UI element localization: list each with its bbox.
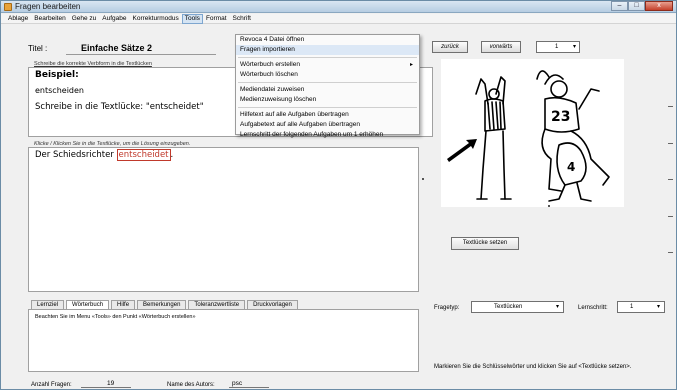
menu-item-assign-media[interactable]: Mediendatei zuweisen (236, 85, 419, 95)
title-field[interactable]: Einfache Sätze 2 (81, 43, 152, 53)
menu-aufgabe[interactable]: Aufgabe (99, 14, 129, 24)
menu-separator (238, 57, 417, 58)
page-select[interactable]: 1 ▾ (536, 41, 580, 53)
tab-bemerkungen[interactable]: Bemerkungen (137, 300, 187, 309)
title-bar[interactable]: Fragen bearbeiten – □ x (1, 1, 676, 13)
app-icon (4, 3, 12, 11)
tab-hilfe[interactable]: Hilfe (111, 300, 136, 309)
menu-korrekturmodus[interactable]: Korrekturmodus (130, 14, 182, 24)
set-gap-button[interactable]: Textlücke setzen (451, 237, 519, 250)
question-type-select[interactable]: Textlücken ▾ (471, 301, 564, 313)
tab-panel[interactable]: Beachten Sie im Menu «Tools» den Punkt «… (28, 309, 419, 372)
side-marker (668, 252, 673, 253)
tab-druckvorlagen[interactable]: Druckvorlagen (247, 300, 298, 309)
example-verb: entscheiden (35, 86, 84, 95)
menu-ablage[interactable]: Ablage (5, 14, 31, 24)
menu-gehe-zu[interactable]: Gehe zu (69, 14, 100, 24)
submenu-arrow-icon: ▸ (409, 62, 413, 68)
question-count-value: 19 (81, 380, 131, 388)
tab-bar: Lernziel Wörterbuch Hilfe Bemerkungen To… (31, 300, 300, 310)
question-type-value: Textlücken (494, 304, 523, 310)
menu-item-increase-step[interactable]: Lernschritt der folgenden Aufgaben um 1 … (236, 130, 419, 140)
close-button[interactable]: x (645, 1, 673, 11)
tab-toleranzwertliste[interactable]: Toleranzwertliste (188, 300, 246, 309)
minimize-button[interactable]: – (611, 1, 628, 11)
bottom-hint: Markieren Sie die Schlüsselwörter und kl… (434, 364, 632, 370)
chevron-down-icon: ▾ (555, 304, 559, 310)
side-marker (668, 106, 673, 107)
title-underline (66, 54, 216, 55)
sentence-suffix: . (170, 150, 174, 160)
author-field[interactable]: psc (229, 380, 269, 388)
tab-panel-text: Beachten Sie im Menu «Tools» den Punkt «… (35, 314, 196, 320)
menu-item-copy-tasktext[interactable]: Aufgabetext auf alle Aufgaben übertragen (236, 120, 419, 130)
chevron-down-icon: ▾ (572, 44, 576, 50)
learning-step-value: 1 (630, 304, 634, 310)
menu-item-delete-dictionary[interactable]: Wörterbuch löschen (236, 70, 419, 80)
solution-sentence: Der Schiedsrichter entscheidet. (35, 149, 174, 161)
forward-button[interactable]: vorwärts (481, 41, 521, 53)
side-marker (668, 143, 673, 144)
back-button[interactable]: zurück (432, 41, 468, 53)
window-controls: – □ x (611, 1, 673, 12)
learning-step-select[interactable]: 1 ▾ (617, 301, 665, 313)
solution-text-area[interactable]: Der Schiedsrichter entscheidet. (28, 147, 419, 292)
menu-item-copy-helptext[interactable]: Hilfetext auf alle Aufgaben übertragen (236, 110, 419, 120)
menu-tools[interactable]: Tools (181, 14, 203, 24)
menu-bearbeiten[interactable]: Bearbeiten (31, 14, 68, 24)
author-label: Name des Autors: (167, 382, 215, 388)
menu-item-delete-media[interactable]: Medienzuweisung löschen (236, 95, 419, 105)
tab-lernziel[interactable]: Lernziel (31, 300, 65, 309)
learning-step-label: Lernschritt: (578, 305, 608, 311)
menu-bar: Ablage Bearbeiten Gehe zu Aufgabe Korrek… (1, 14, 676, 24)
image-resize-handle[interactable] (548, 205, 550, 207)
referee-illustration: 23 4 (447, 70, 610, 202)
title-label: Titel : (28, 44, 48, 53)
question-type-label: Fragetyp: (434, 305, 460, 311)
app-window: Fragen bearbeiten – □ x Ablage Bearbeite… (0, 0, 677, 390)
side-marker (668, 179, 673, 180)
example-title: Beispiel: (35, 70, 79, 80)
window-title: Fragen bearbeiten (15, 2, 81, 11)
menu-item-create-dictionary[interactable]: Wörterbuch erstellen ▸ (236, 60, 419, 70)
maximize-button[interactable]: □ (628, 1, 645, 11)
menu-separator (238, 107, 417, 108)
sentence-prefix: Der Schiedsrichter (35, 150, 117, 160)
menu-item-import-questions[interactable]: Fragen importieren (236, 45, 419, 55)
tools-dropdown-menu: Revoca 4 Datei öffnen Fragen importieren… (235, 34, 420, 138)
media-image[interactable]: 23 4 (441, 59, 624, 207)
menu-format[interactable]: Format (203, 14, 230, 24)
side-marker (668, 216, 673, 217)
page-select-value: 1 (555, 44, 559, 50)
menu-item-create-dictionary-label: Wörterbuch erstellen (240, 61, 300, 68)
jersey-number-4: 4 (567, 160, 575, 174)
chevron-down-icon: ▾ (656, 304, 660, 310)
example-instruction: Schreibe in die Textlücke: "entscheidet" (35, 102, 204, 112)
menu-separator (238, 82, 417, 83)
menu-item-revoca-open[interactable]: Revoca 4 Datei öffnen (236, 35, 419, 45)
menu-schrift[interactable]: Schrift (230, 14, 254, 24)
question-count-label: Anzahl Fragen: (31, 382, 72, 388)
text-gap[interactable]: entscheidet (116, 149, 171, 161)
splitter-handle[interactable] (422, 178, 424, 180)
jersey-number-23: 23 (551, 109, 570, 125)
